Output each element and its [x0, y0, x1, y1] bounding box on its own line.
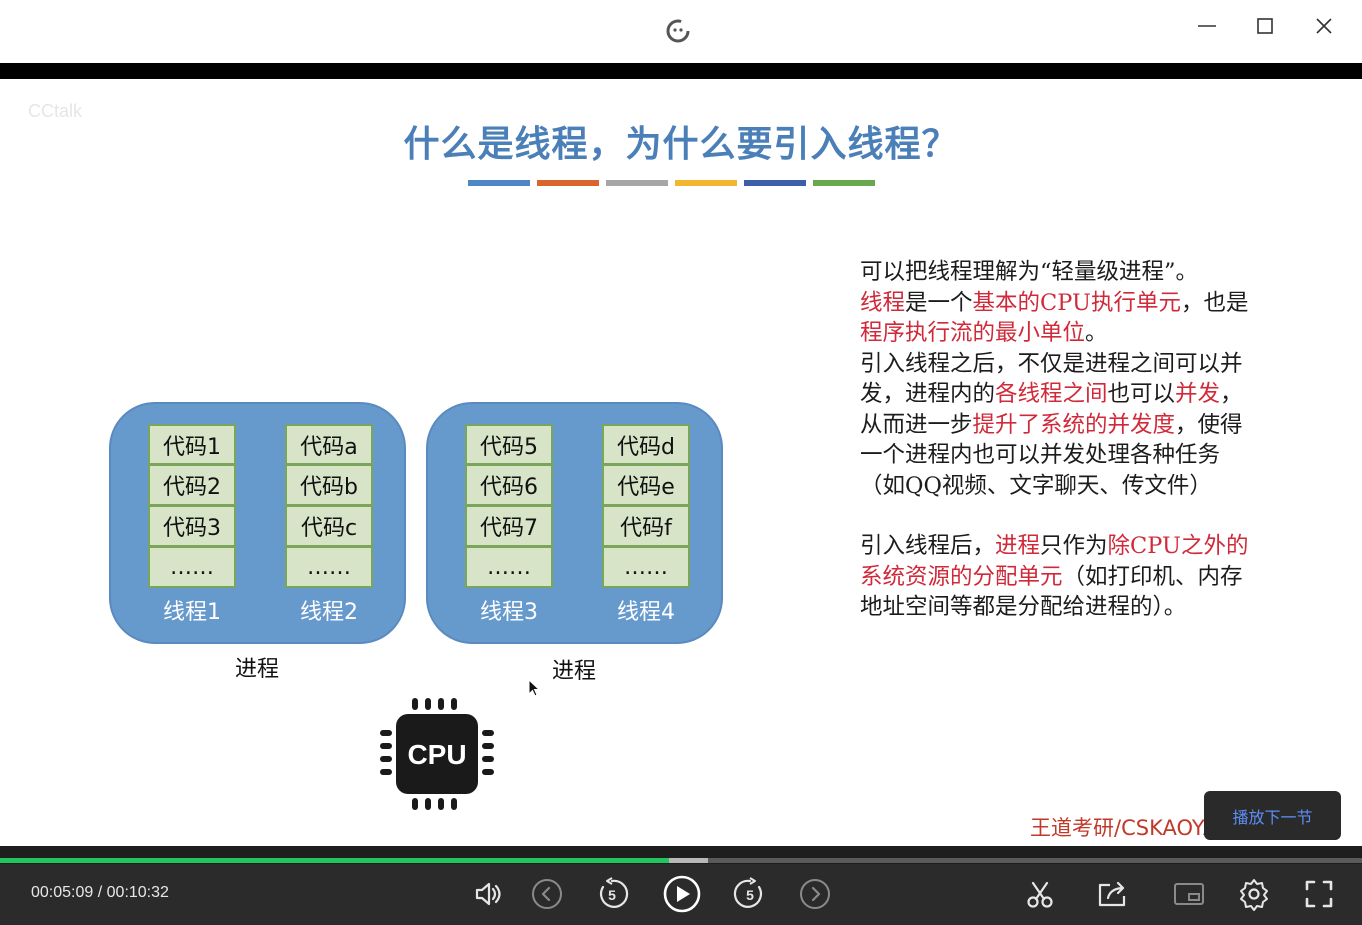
code-cell: 代码e	[602, 465, 690, 506]
desc-paragraph: 可以把线程理解为“轻量级进程”。	[860, 259, 1199, 285]
title-decoration-bar	[675, 180, 737, 186]
desc-text: 引入线程后，	[860, 533, 996, 559]
window-titlebar	[0, 0, 1362, 63]
desc-text: 各线程之间	[995, 381, 1108, 407]
process-box: 代码5 代码6 代码7 …… 线程3 代码d 代码e 代码f …… 线程4	[426, 402, 723, 644]
code-cell: 代码d	[602, 424, 690, 465]
progress-bar[interactable]	[0, 846, 1362, 864]
code-cell: 代码7	[465, 506, 553, 547]
fullscreen-button[interactable]	[1302, 877, 1336, 911]
process-label: 进程	[552, 659, 597, 684]
desc-paragraph: 线程是一个基本的CPU执行单元，也是程序执行流的最小单位。	[860, 288, 1250, 349]
next-button[interactable]	[798, 877, 832, 911]
forward-icon: 5	[733, 877, 762, 908]
desc-paragraph: 引入线程后，进程只作为除CPU之外的系统资源的分配单元（如打印机、内存地址空间等…	[860, 531, 1250, 623]
desc-text: 并发	[1175, 381, 1221, 407]
desc-text: 也是	[1203, 289, 1249, 316]
play-next-button[interactable]: 播放下一节	[1204, 791, 1341, 840]
code-cell: 代码5	[465, 424, 553, 465]
desc-text: 线程	[860, 289, 906, 316]
thread-label: 线程4	[617, 600, 675, 625]
picture-in-picture-button[interactable]	[1172, 877, 1206, 911]
progress-played	[0, 858, 669, 863]
thread-column: 代码5 代码6 代码7 ……	[465, 424, 553, 588]
desc-text: 。	[1085, 320, 1108, 346]
chevron-right-circle-icon	[800, 879, 830, 909]
code-cell: 代码c	[285, 506, 373, 547]
code-cell: ……	[148, 547, 236, 588]
minimize-icon[interactable]	[1192, 12, 1222, 42]
time-display: 00:05:09 / 00:10:32	[31, 884, 169, 902]
rewind-5-button[interactable]: 5	[595, 877, 629, 911]
scissors-icon	[1027, 881, 1053, 908]
slide-description: 可以把线程理解为“轻量级进程”。 线程是一个基本的CPU执行单元，也是程序执行流…	[860, 257, 1250, 623]
fullscreen-icon	[1305, 880, 1333, 908]
thread-label: 线程3	[480, 600, 538, 625]
desc-text: 是一个	[905, 289, 973, 316]
volume-button[interactable]	[471, 877, 505, 911]
desc-paragraph: 引入线程之后，不仅是进程之间可以并发，进程内的各线程之间也可以并发，从而进一步提…	[860, 349, 1250, 502]
thread-column: 代码1 代码2 代码3 ……	[148, 424, 236, 588]
share-button[interactable]	[1096, 877, 1130, 911]
settings-button[interactable]	[1237, 877, 1271, 911]
code-cell: 代码1	[148, 424, 236, 465]
share-icon	[1098, 881, 1126, 907]
rewind-seconds: 5	[608, 887, 616, 903]
chevron-left-circle-icon	[532, 879, 562, 909]
video-frame[interactable]: CCtalk 什么是线程，为什么要引入线程？ 代码1 代码2 代码3 …… 线程…	[0, 79, 1362, 846]
desc-text: 程序执行流的最小单位	[860, 320, 1086, 346]
thread-label: 线程2	[300, 600, 358, 625]
close-icon[interactable]	[1309, 12, 1339, 42]
code-cell: ……	[465, 547, 553, 588]
cpu-chip-icon: CPU	[380, 698, 494, 810]
desc-text: 提升了系统的并发度	[972, 411, 1176, 438]
thread-label: 线程1	[163, 600, 221, 625]
slide-title: 什么是线程，为什么要引入线程？	[403, 124, 959, 165]
pip-icon	[1174, 883, 1204, 905]
thread-column: 代码a 代码b 代码c ……	[285, 424, 373, 588]
gear-icon	[1240, 879, 1268, 911]
cpu-label: CPU	[407, 739, 466, 770]
title-decoration-bar	[744, 180, 806, 186]
title-decoration-bar	[606, 180, 668, 186]
process-box: 代码1 代码2 代码3 …… 线程1 代码a 代码b 代码c …… 线程2	[109, 402, 406, 644]
code-cell: 代码b	[285, 465, 373, 506]
title-decoration-bar	[537, 180, 599, 186]
desc-text: ，	[1180, 289, 1204, 316]
player-controls: 00:05:09 / 00:10:32 5 5	[0, 864, 1362, 925]
code-cell: 代码f	[602, 506, 690, 547]
code-cell: 代码2	[148, 465, 236, 506]
title-decoration-bar	[468, 180, 530, 186]
clip-button[interactable]	[1023, 877, 1057, 911]
code-cell: ……	[602, 547, 690, 588]
maximize-icon[interactable]	[1250, 12, 1280, 42]
rewind-icon: 5	[600, 877, 629, 908]
current-time: 00:05:09	[31, 884, 94, 901]
total-time: 00:10:32	[106, 884, 169, 901]
desc-text: 进程	[995, 533, 1041, 559]
desc-text: 基本的CPU执行单元	[972, 289, 1181, 316]
thread-column: 代码d 代码e 代码f ……	[602, 424, 690, 588]
volume-icon	[475, 882, 501, 906]
code-cell: 代码3	[148, 506, 236, 547]
code-cell: 代码a	[285, 424, 373, 465]
desc-text: 也可以	[1107, 381, 1176, 407]
code-cell: 代码6	[465, 465, 553, 506]
process-label: 进程	[235, 657, 280, 682]
app-logo-icon	[666, 19, 690, 43]
title-decoration-bar	[813, 180, 875, 186]
previous-button[interactable]	[530, 877, 564, 911]
desc-text: 只作为	[1040, 533, 1108, 559]
video-top-letterbox	[0, 63, 1362, 79]
play-button[interactable]	[662, 874, 702, 914]
play-icon	[663, 875, 701, 913]
time-separator: /	[97, 884, 103, 901]
forward-5-button[interactable]: 5	[733, 877, 767, 911]
code-cell: ……	[285, 547, 373, 588]
mouse-cursor-icon	[528, 679, 541, 697]
title-decoration	[468, 180, 875, 187]
forward-seconds: 5	[746, 887, 754, 903]
